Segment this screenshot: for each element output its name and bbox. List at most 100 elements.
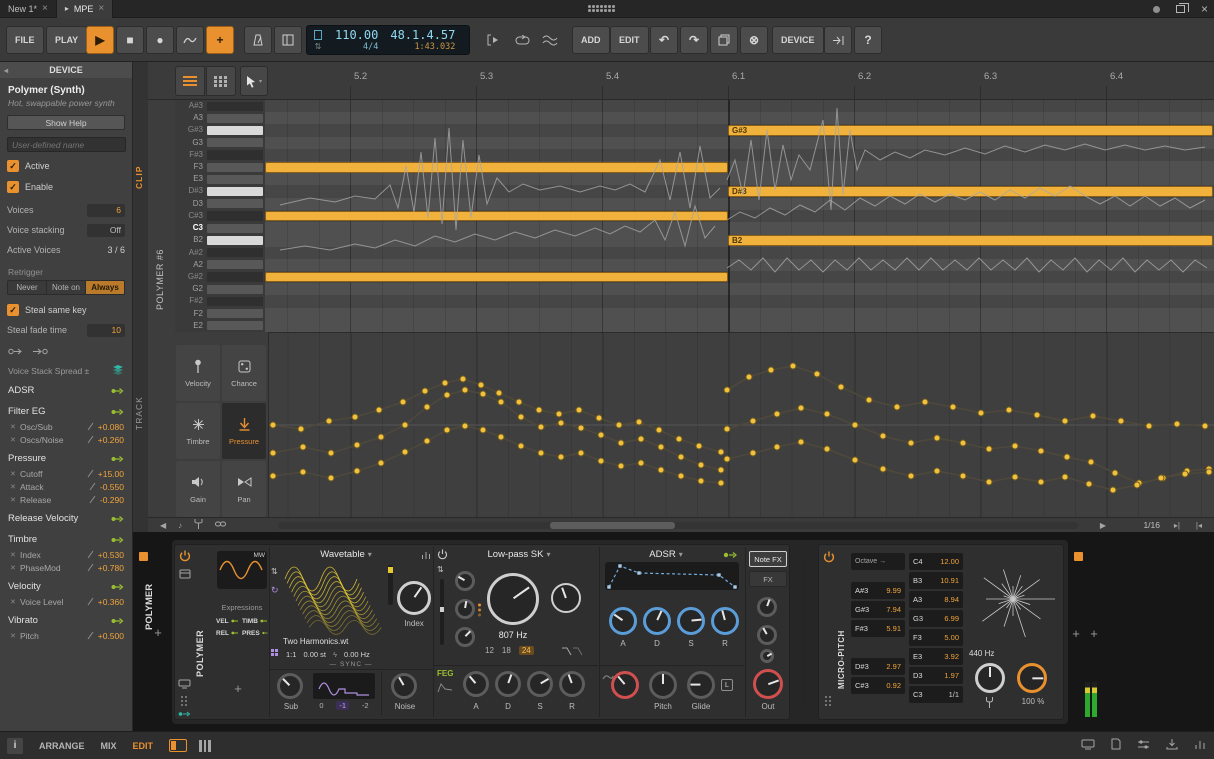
drive-fader[interactable] — [440, 579, 444, 645]
ruler-mark[interactable]: 6.1 — [732, 71, 745, 82]
remove-target-icon[interactable]: ✕ — [10, 564, 20, 572]
tuning-value[interactable]: 1/1 — [949, 690, 959, 699]
collapse-chevron-icon[interactable]: ◂ — [4, 66, 8, 75]
midi-note-cs3[interactable] — [265, 211, 728, 222]
modulation-target[interactable]: ✕PhaseMod+0.780 — [0, 561, 132, 574]
add-device-button[interactable]: + — [1069, 626, 1083, 640]
sub-waveform-display[interactable] — [313, 673, 375, 699]
target-amount[interactable]: +0.500 — [98, 631, 124, 641]
link-icon[interactable] — [215, 520, 226, 530]
metronome-display-icon[interactable] — [314, 30, 322, 40]
piano-key-g3[interactable]: G3 — [175, 137, 265, 149]
midi-note-b2[interactable]: B2 — [728, 235, 1213, 246]
note-grid[interactable]: G#3D#3B2 — [265, 100, 1214, 332]
ruler-mark[interactable]: 5.4 — [606, 71, 619, 82]
cutoff-knob[interactable] — [487, 573, 539, 625]
drag-handle-icon[interactable] — [180, 695, 188, 710]
preset-browser-icon[interactable] — [179, 569, 191, 582]
piano-key-fs2[interactable]: F#2 — [175, 295, 265, 307]
tuning-cell-g3[interactable]: G36.99 — [909, 610, 963, 627]
tuning-value[interactable]: 0.92 — [886, 681, 901, 690]
reference-knob[interactable] — [975, 663, 1005, 693]
mixer-strips-icon[interactable] — [199, 740, 211, 752]
sub-octave--1[interactable]: -1 — [336, 701, 349, 710]
punch-in-icon[interactable] — [480, 26, 508, 54]
wavetable-file-name[interactable]: Two Harmonics.wt — [283, 637, 395, 646]
tab-note-fx[interactable]: Note FX — [749, 551, 787, 567]
mix-value[interactable]: 100 % — [1011, 697, 1055, 706]
feg-knob-d[interactable] — [495, 671, 521, 697]
restore-window-icon[interactable] — [1176, 5, 1185, 13]
piano-key-as3[interactable]: A#3 — [175, 100, 265, 112]
retrigger-option-note-on[interactable]: Note on — [47, 281, 86, 294]
micro-pitch-device[interactable]: MICRO-PITCH Octave →C412.00B310.91A38.94… — [818, 544, 1064, 720]
enable-row[interactable]: ✓ Enable — [0, 179, 132, 195]
route-in-icon[interactable] — [32, 347, 48, 359]
playhead-position[interactable]: 48.1.4.57 — [390, 29, 455, 42]
project-tab-mpe[interactable]: ▸ MPE × — [57, 0, 113, 18]
glide-mode-toggle[interactable]: L — [721, 679, 733, 691]
close-tab-icon[interactable]: × — [98, 3, 104, 14]
target-amount[interactable]: +0.530 — [98, 550, 124, 560]
mod-out-icon[interactable] — [723, 551, 737, 562]
time-ruler[interactable]: 5.25.35.46.16.26.36.4 — [265, 62, 1214, 100]
target-amount[interactable]: +0.080 — [98, 422, 124, 432]
piano-key-ds3[interactable]: D#3 — [175, 185, 265, 197]
retrigger-option-always[interactable]: Always — [86, 281, 124, 294]
grid-resolution-value[interactable]: 1/16 — [1143, 520, 1160, 530]
track-color-swatch[interactable] — [1074, 552, 1083, 561]
feg-knob-r[interactable] — [559, 671, 585, 697]
keytrack-grid-icon[interactable] — [271, 649, 279, 659]
reference-pitch-value[interactable]: 440 Hz — [969, 649, 994, 658]
env-type-select[interactable]: ADSR▾ — [601, 549, 731, 560]
voices-value[interactable]: 6 — [87, 204, 125, 217]
modulator-header[interactable]: Pressure — [0, 450, 132, 467]
wavetable-mode-icon[interactable]: ⇅ — [271, 567, 278, 576]
tempo-section[interactable]: 110.00 4/4 — [329, 26, 384, 54]
filter-slope-12[interactable]: 12 — [485, 646, 494, 655]
piano-key-a3[interactable]: A3 — [175, 112, 265, 124]
time-signature[interactable]: 4/4 — [335, 42, 378, 52]
env-knob-a[interactable] — [609, 607, 637, 635]
remove-target-icon[interactable]: ✕ — [10, 483, 20, 491]
ruler-mark[interactable]: 5.2 — [354, 71, 367, 82]
modulation-target[interactable]: ✕Voice Level+0.360 — [0, 595, 132, 608]
feg-knob-s[interactable] — [527, 671, 553, 697]
file-menu-button[interactable]: FILE — [6, 26, 44, 54]
index-fader[interactable] — [388, 565, 393, 605]
display-profile-icon[interactable] — [1081, 739, 1095, 753]
index-knob[interactable] — [397, 581, 431, 615]
route-out-icon[interactable] — [8, 347, 24, 359]
feg-label[interactable]: FEG — [437, 669, 453, 678]
osc-ratio-value[interactable]: 1:1 — [286, 650, 296, 659]
voice-stacking-value[interactable]: Off — [87, 224, 125, 237]
tuning-cell-c4[interactable]: C412.00 — [909, 553, 963, 570]
piano-key-e3[interactable]: E3 — [175, 173, 265, 185]
redo-button[interactable]: ↷ — [680, 26, 708, 54]
fold-keys-icon[interactable] — [194, 519, 203, 531]
tuning-cell-a3[interactable]: A38.94 — [909, 591, 963, 608]
midi-note-gs2[interactable] — [265, 272, 728, 283]
zoom-in-icon[interactable]: |◂ — [1196, 521, 1202, 530]
expression-slot-pres[interactable]: PRES — [242, 627, 268, 639]
filter-slope-18[interactable]: 18 — [502, 646, 511, 655]
device-name-input[interactable] — [7, 137, 126, 152]
piano-key-d3[interactable]: D3 — [175, 198, 265, 210]
expression-tool-pan[interactable]: Pan — [222, 461, 266, 517]
zoom-out-icon[interactable]: ▸| — [1174, 521, 1180, 530]
notefx-knob-1[interactable] — [757, 597, 777, 617]
env-knob-r[interactable] — [711, 607, 739, 635]
view-mix[interactable]: MIX — [101, 741, 117, 751]
follow-playhead-icon[interactable]: ▶ — [1100, 521, 1106, 530]
steal-fade-value[interactable]: 10 — [87, 324, 125, 337]
modulator-header[interactable]: Filter EG — [0, 403, 132, 420]
octave-header-cell[interactable]: Octave → — [851, 553, 905, 570]
piano-key-gs3[interactable]: G#3 — [175, 124, 265, 136]
expression-tool-timbre[interactable]: Timbre — [176, 403, 220, 459]
tuning-value[interactable]: 1.97 — [944, 671, 959, 680]
sync-toggle[interactable]: — SYNC — — [303, 661, 399, 668]
tuning-value[interactable]: 12.00 — [940, 557, 959, 566]
modulation-target[interactable]: ✕Index+0.530 — [0, 548, 132, 561]
piano-key-fs3[interactable]: F#3 — [175, 149, 265, 161]
download-tray-icon[interactable] — [1166, 738, 1178, 753]
